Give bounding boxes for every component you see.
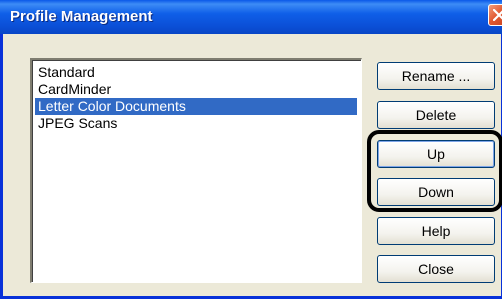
list-item-letter-color-documents[interactable]: Letter Color Documents xyxy=(35,98,357,115)
down-button[interactable]: Down xyxy=(377,178,495,206)
help-button[interactable]: Help xyxy=(377,217,495,245)
close-icon xyxy=(493,9,502,21)
rename-button[interactable]: Rename ... xyxy=(377,62,495,90)
window-title: Profile Management xyxy=(10,8,153,25)
close-button[interactable]: Close xyxy=(377,255,495,283)
list-item-cardminder[interactable]: CardMinder xyxy=(35,81,357,98)
profile-management-dialog: Profile Management Standard CardMinder L… xyxy=(0,0,502,299)
list-item-jpeg-scans[interactable]: JPEG Scans xyxy=(35,115,357,132)
window-close-button[interactable] xyxy=(488,4,502,26)
title-bar[interactable]: Profile Management xyxy=(0,0,502,34)
profile-list[interactable]: Standard CardMinder Letter Color Documen… xyxy=(30,58,362,283)
delete-button[interactable]: Delete xyxy=(377,101,495,129)
list-item-standard[interactable]: Standard xyxy=(35,64,357,81)
up-button[interactable]: Up xyxy=(377,140,495,168)
